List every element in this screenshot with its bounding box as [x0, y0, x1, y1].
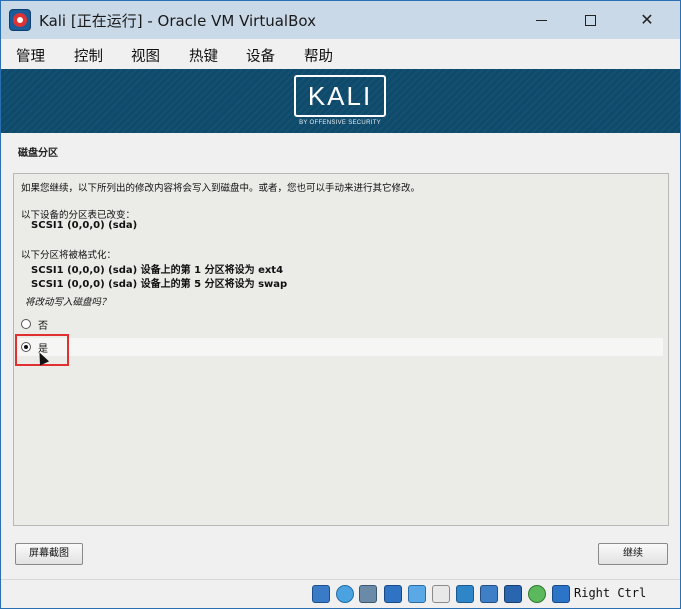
screen-capture-icon[interactable] — [480, 585, 498, 603]
close-icon: ✕ — [640, 10, 654, 29]
minimize-icon — [535, 20, 547, 21]
host-key-label: Right Ctrl — [574, 586, 647, 600]
option-no-label: 否 — [38, 321, 48, 332]
virtualbox-window: Kali [正在运行] - Oracle VM VirtualBox ✕ 管理 … — [0, 0, 681, 609]
maximize-icon — [584, 15, 596, 26]
hard-disk-icon[interactable] — [312, 585, 330, 603]
format-item: SCSI1 (0,0,0) (sda) 设备上的第 5 分区将设为 swap — [31, 279, 288, 290]
audio-icon[interactable] — [359, 585, 377, 603]
section-title: 磁盘分区 — [18, 148, 58, 159]
mouse-integration-icon[interactable] — [552, 585, 570, 603]
shared-folder-icon[interactable] — [432, 585, 450, 603]
option-yes[interactable]: 是 — [15, 338, 663, 356]
screenshot-button[interactable]: 屏幕截图 — [15, 543, 83, 565]
kali-banner: KALI BY OFFENSIVE SECURITY — [1, 69, 680, 133]
close-button[interactable]: ✕ — [624, 1, 670, 39]
format-label: 以下分区将被格式化： — [21, 250, 117, 261]
virtualization-icon[interactable] — [528, 585, 546, 603]
minimize-button[interactable] — [518, 1, 564, 39]
installer-content: 如果您继续，以下所列出的修改内容将会写入到磁盘中。或者，您也可以手动来进行其它修… — [13, 173, 669, 526]
partition-tables-label: 以下设备的分区表已改变： — [21, 210, 136, 221]
kali-logo: KALI — [294, 75, 386, 117]
maximize-button[interactable] — [567, 1, 613, 39]
menu-manage[interactable]: 管理 — [16, 45, 45, 66]
optical-drive-icon[interactable] — [336, 585, 354, 603]
network-icon[interactable] — [384, 585, 402, 603]
continue-button[interactable]: 继续 — [598, 543, 668, 565]
menu-control[interactable]: 控制 — [74, 45, 103, 66]
window-title: Kali [正在运行] - Oracle VM VirtualBox — [39, 12, 316, 30]
intro-text: 如果您继续，以下所列出的修改内容将会写入到磁盘中。或者，您也可以手动来进行其它修… — [21, 183, 421, 194]
display-icon[interactable] — [456, 585, 474, 603]
menu-help[interactable]: 帮助 — [304, 45, 333, 66]
question-text: 将改动写入磁盘吗？ — [25, 297, 111, 308]
virtualbox-app-icon — [9, 9, 31, 31]
option-no[interactable]: 否 — [15, 315, 663, 333]
title-bar: Kali [正在运行] - Oracle VM VirtualBox ✕ — [1, 1, 680, 39]
menu-bar: 管理 控制 视图 热键 设备 帮助 — [1, 39, 680, 69]
network-activity-icon[interactable] — [504, 585, 522, 603]
menu-devices[interactable]: 设备 — [246, 45, 275, 66]
radio-no[interactable] — [21, 319, 31, 329]
menu-hotkey[interactable]: 热键 — [189, 45, 218, 66]
kali-logo-subtext: BY OFFENSIVE SECURITY — [299, 120, 381, 126]
status-bar: Right Ctrl — [1, 579, 680, 608]
format-item: SCSI1 (0,0,0) (sda) 设备上的第 1 分区将设为 ext4 — [31, 265, 284, 276]
partition-tables-device: SCSI1 (0,0,0) (sda) — [31, 220, 138, 231]
usb-icon[interactable] — [408, 585, 426, 603]
menu-view[interactable]: 视图 — [131, 45, 160, 66]
